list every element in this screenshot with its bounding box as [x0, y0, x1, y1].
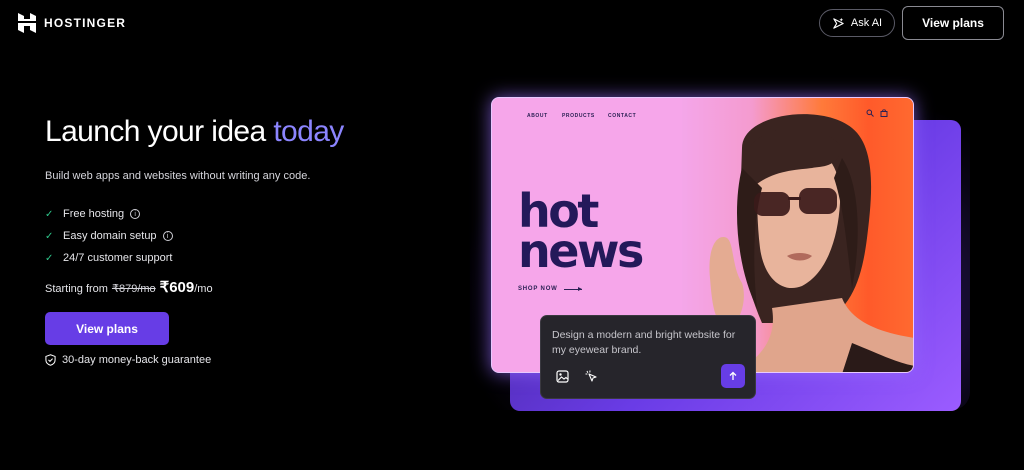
- image-upload-icon[interactable]: [556, 370, 569, 383]
- hero-subtitle: Build web apps and websites without writ…: [45, 170, 311, 182]
- ai-prompt-box[interactable]: Design a modern and bright website for m…: [540, 315, 756, 399]
- arrow-right-icon: [563, 286, 582, 291]
- prompt-text[interactable]: Design a modern and bright website for m…: [552, 328, 742, 358]
- feature-label: 24/7 customer support: [63, 252, 173, 264]
- feature-item: ✓ Easy domain setup i: [45, 225, 173, 247]
- send-button[interactable]: [721, 364, 745, 388]
- price-prefix: Starting from: [45, 283, 108, 295]
- ask-ai-button[interactable]: Ask AI: [819, 9, 895, 37]
- info-icon[interactable]: i: [162, 231, 173, 241]
- money-back-guarantee: 30-day money-back guarantee: [45, 354, 211, 366]
- feature-label: Free hosting: [63, 208, 125, 220]
- view-plans-header-button[interactable]: View plans: [902, 6, 1004, 40]
- feature-label: Easy domain setup: [63, 230, 157, 242]
- shield-check-icon: [45, 354, 56, 366]
- ask-ai-label: Ask AI: [850, 17, 883, 29]
- cursor-click-icon[interactable]: [585, 370, 598, 383]
- guarantee-label: 30-day money-back guarantee: [62, 354, 212, 366]
- hero-title-main: Launch your idea: [45, 115, 274, 148]
- preview-shop-now: SHOP NOW: [518, 286, 582, 292]
- feature-list: ✓ Free hosting i ✓ Easy domain setup i ✓…: [45, 203, 173, 269]
- shop-now-label: SHOP NOW: [518, 286, 558, 292]
- info-icon[interactable]: i: [130, 209, 141, 219]
- pricing: Starting from ₹879/mo ₹609/mo: [45, 278, 213, 296]
- price-new: ₹609: [159, 279, 195, 296]
- hero-title: Launch your idea today: [45, 115, 344, 149]
- preview-nav-about: ABOUT: [527, 113, 548, 119]
- hostinger-logo-icon: [18, 13, 36, 33]
- preview-nav-products: PRODUCTS: [562, 113, 595, 119]
- hostinger-logo[interactable]: HOSTINGER: [18, 13, 126, 33]
- arrow-up-icon: [729, 371, 737, 380]
- preview-nav-contact: CONTACT: [608, 113, 637, 119]
- view-plans-button[interactable]: View plans: [45, 312, 169, 345]
- check-icon: ✓: [45, 208, 54, 220]
- price-old: ₹879/mo: [111, 283, 156, 295]
- check-icon: ✓: [45, 252, 54, 264]
- price-suffix: /mo: [194, 283, 213, 295]
- preview-headline-line2: news: [518, 224, 644, 278]
- hero-title-accent: today: [273, 115, 344, 148]
- preview-headline: hot news: [518, 188, 644, 278]
- check-icon: ✓: [45, 230, 54, 242]
- sparkle-icon: [833, 17, 844, 29]
- brand-name: HOSTINGER: [44, 16, 127, 30]
- feature-item: ✓ 24/7 customer support: [45, 247, 173, 269]
- feature-item: ✓ Free hosting i: [45, 203, 173, 225]
